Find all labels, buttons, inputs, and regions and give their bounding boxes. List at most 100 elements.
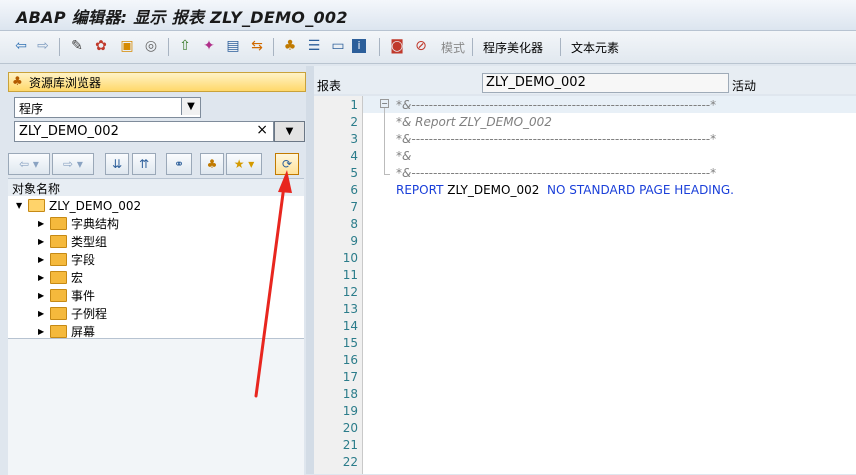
toolbar-separator	[168, 38, 169, 56]
line-number: 12	[342, 285, 358, 299]
tree-node-label: 事件	[71, 289, 96, 303]
debug-icon[interactable]: ▤	[224, 37, 242, 55]
display-icon[interactable]: ⇆	[248, 37, 266, 55]
panel-splitter[interactable]	[306, 66, 314, 474]
line-number: 21	[342, 438, 358, 452]
fold-minus-icon[interactable]: −	[380, 99, 389, 108]
window-title: ABAP 编辑器: 显示 报表 ZLY_DEMO_002	[16, 8, 348, 27]
object-tree: ▼ ZLY_DEMO_002 ▶ 字典结构 ▶ 类型组 ▶ 字段 ▶ 宏 ▶ 事…	[8, 196, 304, 339]
repository-browser-button[interactable]: ♣ 资源库浏览器	[8, 72, 306, 92]
line-number: 9	[350, 234, 358, 248]
expand-icon[interactable]: ⇊	[105, 153, 129, 175]
folder-icon	[50, 217, 67, 230]
chevron-down-icon[interactable]: ▼	[181, 98, 200, 115]
object-type-select[interactable]: 程序 ▼	[14, 97, 201, 118]
next-object-button[interactable]: ⇨ ▾	[52, 153, 94, 175]
refresh-icon[interactable]: ⟳	[275, 153, 299, 175]
toolbar-separator	[472, 38, 473, 56]
mode-button[interactable]: 模式	[441, 39, 465, 56]
object-name-dropdown-button[interactable]: ▼	[274, 121, 305, 142]
window-icon[interactable]: ▭	[329, 37, 347, 55]
collapsed-triangle-icon[interactable]: ▶	[38, 327, 50, 336]
binoculars-icon[interactable]: ⚭	[166, 153, 192, 175]
previous-object-button[interactable]: ⇦ ▾	[8, 153, 50, 175]
list-icon[interactable]: ☰	[305, 37, 323, 55]
line-number: 2	[350, 115, 358, 129]
repository-browser-label: 资源库浏览器	[29, 76, 102, 90]
collapsed-triangle-icon[interactable]: ▶	[38, 237, 50, 246]
line-number: 4	[350, 149, 358, 163]
line-number: 7	[350, 200, 358, 214]
info-icon[interactable]: i	[352, 39, 366, 53]
hierarchy-icon[interactable]: ▣	[118, 37, 136, 55]
lower-empty-pane	[8, 338, 304, 475]
favorites-icon[interactable]: ★ ▾	[226, 153, 262, 175]
collapse-icon[interactable]: ⇈	[132, 153, 156, 175]
line-number: 6	[350, 183, 358, 197]
clear-icon[interactable]: ×	[256, 122, 268, 138]
tree-node-label: 子例程	[71, 307, 108, 321]
tree-root-node[interactable]: ▼ ZLY_DEMO_002	[16, 197, 141, 214]
text-elements-button[interactable]: 文本元素	[571, 39, 619, 56]
objects-icon[interactable]: ✿	[92, 37, 110, 55]
toolbar-separator	[379, 38, 380, 56]
line-number: 20	[342, 421, 358, 435]
fold-guide-end	[384, 174, 390, 175]
glasses-icon[interactable]: ✎	[68, 37, 86, 55]
code-line-5: *&--------------------------------------…	[396, 166, 717, 180]
folder-icon	[50, 289, 67, 302]
collapsed-triangle-icon[interactable]: ▶	[38, 255, 50, 264]
tree-header-label: 对象名称	[12, 182, 61, 196]
collapsed-triangle-icon[interactable]: ▶	[38, 273, 50, 282]
line-number: 5	[350, 166, 358, 180]
line-number: 16	[342, 353, 358, 367]
toolbar-separator	[273, 38, 274, 56]
line-number: 22	[342, 455, 358, 469]
collapsed-triangle-icon[interactable]: ▶	[38, 291, 50, 300]
tree-node[interactable]: ▶ 宏	[38, 269, 83, 286]
hierarchy-icon[interactable]: ♣	[200, 153, 224, 175]
editor-header: 报表 ZLY_DEMO_002 活动	[314, 66, 856, 94]
expanded-triangle-icon[interactable]: ▼	[16, 201, 28, 210]
line-number: 14	[342, 319, 358, 333]
folder-icon	[50, 325, 67, 338]
code-editor[interactable]: 1 2 3 4 5 6 7 8 9 10 11 12 13 14 15 16 1…	[314, 96, 856, 474]
title-bar: ABAP 编辑器: 显示 报表 ZLY_DEMO_002	[0, 0, 856, 31]
tree-node-label: 宏	[71, 271, 84, 285]
line-number: 19	[342, 404, 358, 418]
program-type-label: 报表	[317, 79, 342, 93]
tree-node[interactable]: ▶ 类型组	[38, 233, 107, 250]
editor-panel: 报表 ZLY_DEMO_002 活动 1 2 3 4 5 6 7 8 9 10 …	[314, 66, 856, 474]
folder-open-icon	[28, 199, 45, 212]
forward-icon[interactable]: ⇨	[34, 37, 52, 55]
toolbar-separator	[59, 38, 60, 56]
code-line-2: *& Report ZLY_DEMO_002	[396, 115, 552, 129]
back-icon[interactable]: ⇦	[12, 37, 30, 55]
object-type-value: 程序	[19, 102, 44, 116]
folder-icon	[50, 253, 67, 266]
tree-node-label: 类型组	[71, 235, 108, 249]
pretty-printer-button[interactable]: 程序美化器	[483, 39, 543, 56]
program-identifier: ZLY_DEMO_002	[443, 183, 544, 197]
line-number: 10	[342, 251, 358, 265]
folder-icon	[50, 235, 67, 248]
upload-icon[interactable]: ⇧	[176, 37, 194, 55]
code-line-1: *&--------------------------------------…	[396, 98, 717, 112]
collapsed-triangle-icon[interactable]: ▶	[38, 219, 50, 228]
breakpoint-icon[interactable]: ◙	[388, 37, 406, 55]
object-name-input[interactable]: ZLY_DEMO_002 ×	[14, 121, 274, 142]
wand-icon[interactable]: ✦	[200, 37, 218, 55]
collapsed-triangle-icon[interactable]: ▶	[38, 309, 50, 318]
tree-node[interactable]: ▶ 字典结构	[38, 215, 119, 232]
layout-icon[interactable]: ♣	[281, 37, 299, 55]
line-number: 8	[350, 217, 358, 231]
line-number: 11	[342, 268, 358, 282]
tree-node[interactable]: ▶ 字段	[38, 251, 95, 268]
line-number: 15	[342, 336, 358, 350]
tree-node[interactable]: ▶ 事件	[38, 287, 95, 304]
repository-icon: ♣	[12, 74, 23, 88]
tree-node[interactable]: ▶ 子例程	[38, 305, 107, 322]
stop-icon[interactable]: ⊘	[412, 37, 430, 55]
status-label: 活动	[732, 79, 757, 93]
where-used-icon[interactable]: ◎	[142, 37, 160, 55]
